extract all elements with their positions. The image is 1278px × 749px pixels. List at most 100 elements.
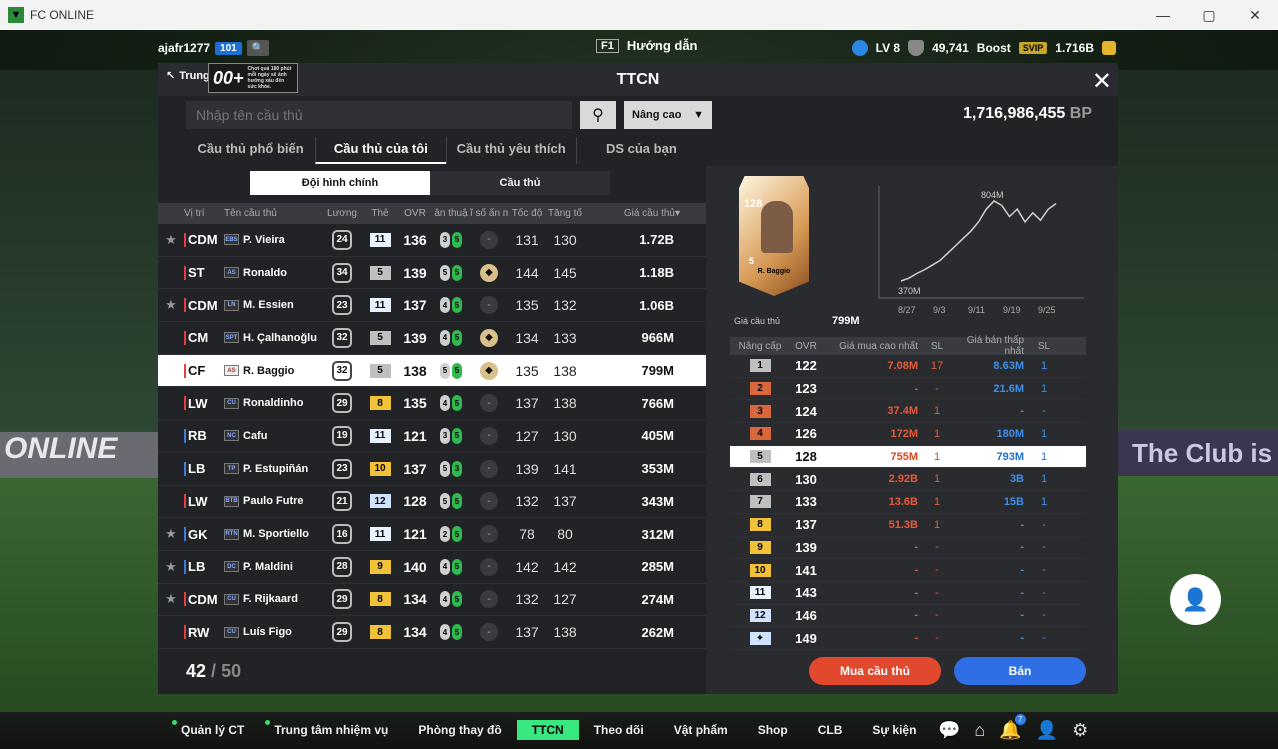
sell-button[interactable]: Bán <box>954 657 1086 685</box>
player-row[interactable]: RB NC Cafu 19 11 121 35 - 127 130 405M <box>158 420 706 453</box>
col-speed[interactable]: Tốc độ <box>508 208 546 219</box>
player-row[interactable]: ★ CDM EBS P. Vieira 24 11 136 35 - 131 13… <box>158 224 706 257</box>
grade-price-row[interactable]: 3 124 37.4M 1 - - <box>730 400 1086 424</box>
player-row[interactable]: LW BTB Paulo Futre 21 12 128 55 - 132 137… <box>158 486 706 519</box>
chart-date-label: 9/11 <box>968 305 985 315</box>
col-accel[interactable]: Tăng tố <box>546 208 584 219</box>
col-position[interactable]: Vị trí <box>158 208 224 219</box>
player-row[interactable]: ST AS Ronaldo 34 5 139 55 ◆ 144 145 1.18B <box>158 257 706 290</box>
grade-price-row[interactable]: 10 141 - - - - <box>730 559 1086 582</box>
bottom-nav: Quản lý CT Trung tâm nhiệm vụ Phòng thay đ… <box>0 712 1278 749</box>
grade-price-row[interactable]: 4 126 172M 1 180M 1 <box>730 423 1086 446</box>
favorite-star-icon[interactable]: ★ <box>158 232 184 248</box>
player-acceleration: 130 <box>553 231 577 248</box>
season-icon: AS <box>224 365 239 377</box>
grade-price-row[interactable]: 9 139 - - - - <box>730 537 1086 560</box>
panel-title: TTCN <box>616 70 660 88</box>
favorite-star-icon[interactable]: ★ <box>158 297 184 313</box>
grade-badge: 5 <box>749 450 771 464</box>
highest-buy-price: 7.08M <box>887 359 918 372</box>
chat-icon[interactable]: 💬 <box>938 720 960 741</box>
squad-count: 42 / 50 <box>186 661 242 681</box>
close-window-button[interactable]: ✕ <box>1232 0 1278 30</box>
grade-price-row[interactable]: 8 137 51.3B 1 - - <box>730 514 1086 537</box>
buy-player-button[interactable]: Mua cầu thủ <box>809 657 941 685</box>
support-chat-icon[interactable]: 👤 <box>1170 574 1221 625</box>
nav-item[interactable]: TTCN <box>516 720 579 740</box>
favorite-star-icon[interactable]: ★ <box>158 559 184 575</box>
player-row[interactable]: ★ CDM CU F. Rijkaard 29 8 134 45 - 132 12… <box>158 584 706 617</box>
minimize-button[interactable]: — <box>1140 0 1186 30</box>
advanced-filter-dropdown[interactable]: Nâng cao ▼ <box>624 101 712 129</box>
player-row[interactable]: CF AS R. Baggio 32 5 138 55 ◆ 135 138 799… <box>158 354 706 388</box>
buy-quantity: 17 <box>930 359 944 372</box>
grade-ovr: 124 <box>795 403 817 419</box>
favorite-star-icon[interactable]: ★ <box>158 526 184 542</box>
search-user-icon[interactable]: 🔍 <box>246 40 269 56</box>
lowest-sell-price: 180M <box>996 427 1024 440</box>
player-row[interactable]: ★ CDM LN M. Essien 23 11 137 45 - 135 132… <box>158 289 706 323</box>
grade-price-row[interactable]: ✦ 149 - - - - <box>730 627 1086 650</box>
tab-your-list[interactable]: DS của bạn <box>575 137 706 164</box>
grade-price-row[interactable]: 2 123 - - 21.6M 1 <box>730 378 1086 401</box>
nav-item[interactable]: CLB <box>803 720 858 740</box>
grade-price-row[interactable]: 6 130 2.92B 1 3B 1 <box>730 468 1086 492</box>
player-price: 274M <box>641 591 674 607</box>
nav-item[interactable]: Vật phẩm <box>659 720 743 740</box>
player-row[interactable]: CM SPT H. Çalhanoğlu 32 5 139 45 ◆ 134 13… <box>158 322 706 355</box>
tab-favorites[interactable]: Cầu thủ yêu thích <box>445 137 576 164</box>
tab-popular[interactable]: Cầu thủ phổ biến <box>186 137 315 164</box>
nav-item[interactable]: Sự kiện <box>857 720 931 740</box>
position-color-bar <box>184 461 186 476</box>
player-row[interactable]: ★ LB DC P. Maldini 28 9 140 45 - 142 142 … <box>158 551 706 584</box>
nav-item[interactable]: Theo dõi <box>579 720 659 740</box>
chart-date-label: 9/25 <box>1038 305 1056 315</box>
weak-foot-icon: 4 <box>440 297 450 314</box>
col-skill[interactable]: ĩ số ẩn m <box>470 208 508 219</box>
notification-count: 7 <box>1014 714 1026 725</box>
hidden-trait-icon: - <box>480 230 498 249</box>
tab-my-players[interactable]: Cầu thủ của tôi <box>315 137 446 164</box>
position-color-bar <box>184 232 186 247</box>
home-icon[interactable]: ⌂ <box>974 720 985 741</box>
hidden-trait-icon: - <box>480 590 498 609</box>
col-wage[interactable]: Lương <box>322 208 362 219</box>
nav-item[interactable]: Shop <box>743 720 803 740</box>
strong-foot-icon: 5 <box>452 493 462 510</box>
player-row[interactable]: LW CU Ronaldinho 29 8 135 45 - 137 138 76… <box>158 387 706 421</box>
col-foot[interactable]: ân thuậ <box>432 208 470 219</box>
grade-price-row[interactable]: 11 143 - - - - <box>730 582 1086 605</box>
grade-price-row[interactable]: 1 122 7.08M 17 8.63M 1 <box>730 355 1086 378</box>
player-row[interactable]: LB TP P. Estupiñán 23 10 137 53 - 139 141… <box>158 453 706 486</box>
nav-item[interactable]: Quản lý CT <box>166 720 259 740</box>
subtab-main-squad[interactable]: Đội hình chính <box>250 171 430 195</box>
col-name[interactable]: Tên cầu thủ <box>224 208 322 219</box>
player-search-input[interactable] <box>186 101 572 129</box>
player-card[interactable]: 128 5 R. Baggio <box>739 176 809 296</box>
position-color-bar <box>184 494 186 509</box>
highest-buy-price: 172M <box>890 427 918 440</box>
grade-price-row[interactable]: 7 133 13.6B 1 15B 1 <box>730 491 1086 514</box>
player-name: F. Rijkaard <box>243 593 299 606</box>
col-grade[interactable]: Thẻ <box>362 208 398 219</box>
col-upgrade: Nâng cấp <box>738 340 782 352</box>
grade-price-row[interactable]: 12 146 - - - - <box>730 605 1086 628</box>
help-key[interactable]: F1 <box>596 38 619 53</box>
col-ovr[interactable]: OVR <box>398 208 432 219</box>
close-icon[interactable]: ✕ <box>1092 67 1112 96</box>
player-row[interactable]: RW CU Luís Figo 29 8 134 45 - 137 138 262… <box>158 616 706 649</box>
subtab-players[interactable]: Cầu thủ <box>430 171 610 195</box>
col-price[interactable]: Giá cầu thủ▾ <box>584 208 706 219</box>
profile-icon[interactable]: 👤 <box>1036 720 1058 741</box>
search-icon[interactable]: ⚲ <box>580 101 616 129</box>
help-label[interactable]: Hướng dẫn <box>627 38 698 53</box>
maximize-button[interactable]: ▢ <box>1186 0 1232 30</box>
back-button[interactable]: ↖ Trung <box>166 69 210 83</box>
settings-gear-icon[interactable]: ⚙ <box>1072 720 1088 741</box>
favorite-star-icon[interactable]: ★ <box>158 591 184 607</box>
nav-item[interactable]: Trung tâm nhiệm vụ <box>259 720 403 740</box>
player-row[interactable]: ★ GK RTN M. Sportiello 16 11 121 25 - 78 … <box>158 518 706 551</box>
grade-price-row[interactable]: 5 128 755M 1 793M 1 <box>730 445 1086 469</box>
nav-item[interactable]: Phòng thay đồ <box>403 720 516 740</box>
notification-bell-icon[interactable]: 🔔 7 <box>999 714 1026 741</box>
